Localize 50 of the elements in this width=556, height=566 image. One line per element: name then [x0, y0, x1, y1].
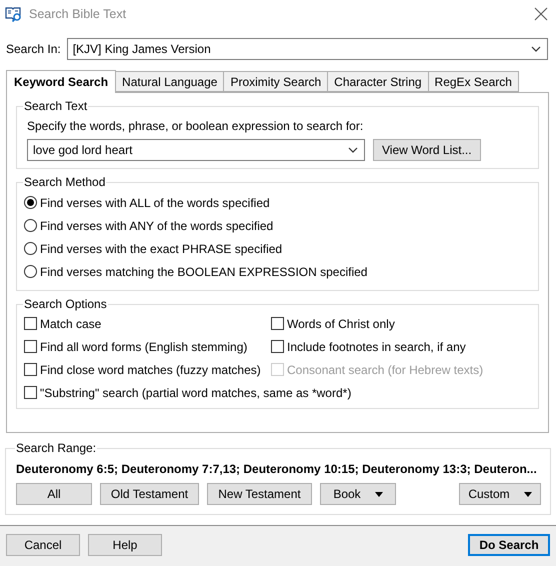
search-text-field[interactable]: love god lord heart	[27, 139, 365, 161]
caret-icon	[374, 492, 383, 496]
dropdown-button[interactable]: Book	[320, 483, 396, 505]
checkbox-label[interactable]: Words of Christ only	[287, 316, 395, 330]
range-button[interactable]: New Testament	[207, 483, 312, 505]
checkbox[interactable]	[271, 340, 284, 353]
view-word-list-button[interactable]: View Word List...	[373, 139, 481, 161]
radio-label[interactable]: Find verses matching the BOOLEAN EXPRESSION specified	[40, 264, 368, 278]
group-title: Search Range:	[15, 441, 98, 455]
chevron-down-icon	[531, 46, 541, 52]
tab[interactable]: Proximity Search	[224, 71, 328, 92]
dropdown-button[interactable]: Custom	[459, 483, 541, 505]
dialog-button[interactable]: Cancel	[6, 534, 80, 556]
window-title: Search Bible Text	[29, 7, 128, 21]
chevron-down-icon	[348, 147, 358, 153]
checkbox[interactable]	[271, 317, 284, 330]
search-in-label: Search In:	[6, 42, 61, 56]
checkbox[interactable]	[24, 386, 37, 399]
tab[interactable]: Character String	[328, 71, 429, 92]
group-title: Search Options	[23, 297, 108, 311]
range-text: Deuteronomy 6:5; Deuteronomy 7:7,13; Deuteronomy 10:15; Deuteronomy 13:3; Deuteron...	[16, 462, 538, 476]
checkbox-label[interactable]: Find all word forms (English stemming)	[40, 340, 248, 354]
radio-label[interactable]: Find verses with ANY of the words specified	[40, 218, 274, 232]
radio-button[interactable]	[24, 196, 37, 209]
book-search-icon	[5, 5, 23, 23]
checkbox-label[interactable]: "Substring" search (partial word matches, same as *word*)	[40, 386, 352, 400]
checkbox-label[interactable]: Match case	[40, 316, 102, 330]
checkbox-label[interactable]: Find close word matches (fuzzy matches)	[40, 362, 261, 376]
radio-label[interactable]: Find verses with the exact PHRASE specified	[40, 242, 282, 256]
group-title: Search Text	[23, 99, 88, 113]
tab[interactable]: Natural Language	[116, 71, 224, 92]
bible-version-dropdown[interactable]: [KJV] King James Version	[66, 38, 548, 60]
radio-label[interactable]: Find verses with ALL of the words specified	[40, 196, 270, 210]
caret-icon	[524, 492, 532, 496]
dialog-button[interactable]: Help	[88, 534, 162, 556]
checkbox[interactable]	[24, 363, 37, 376]
radio-button[interactable]	[24, 219, 37, 232]
dialog-button[interactable]: Do Search	[468, 534, 550, 556]
radio-button[interactable]	[24, 242, 37, 255]
checkbox[interactable]	[24, 340, 37, 353]
tab[interactable]: RegEx Search	[428, 71, 519, 92]
close-icon[interactable]	[534, 7, 548, 21]
tab[interactable]: Keyword Search	[6, 70, 116, 93]
prompt-text: Specify the words, phrase, or boolean expression to search for:	[27, 119, 364, 133]
range-button[interactable]: Old Testament	[100, 483, 199, 505]
radio-button[interactable]	[24, 265, 37, 278]
range-button[interactable]: All	[16, 483, 92, 505]
checkbox-label[interactable]: Include footnotes in search, if any	[287, 340, 466, 354]
group-title: Search Method	[23, 175, 106, 189]
checkbox[interactable]	[24, 317, 37, 330]
